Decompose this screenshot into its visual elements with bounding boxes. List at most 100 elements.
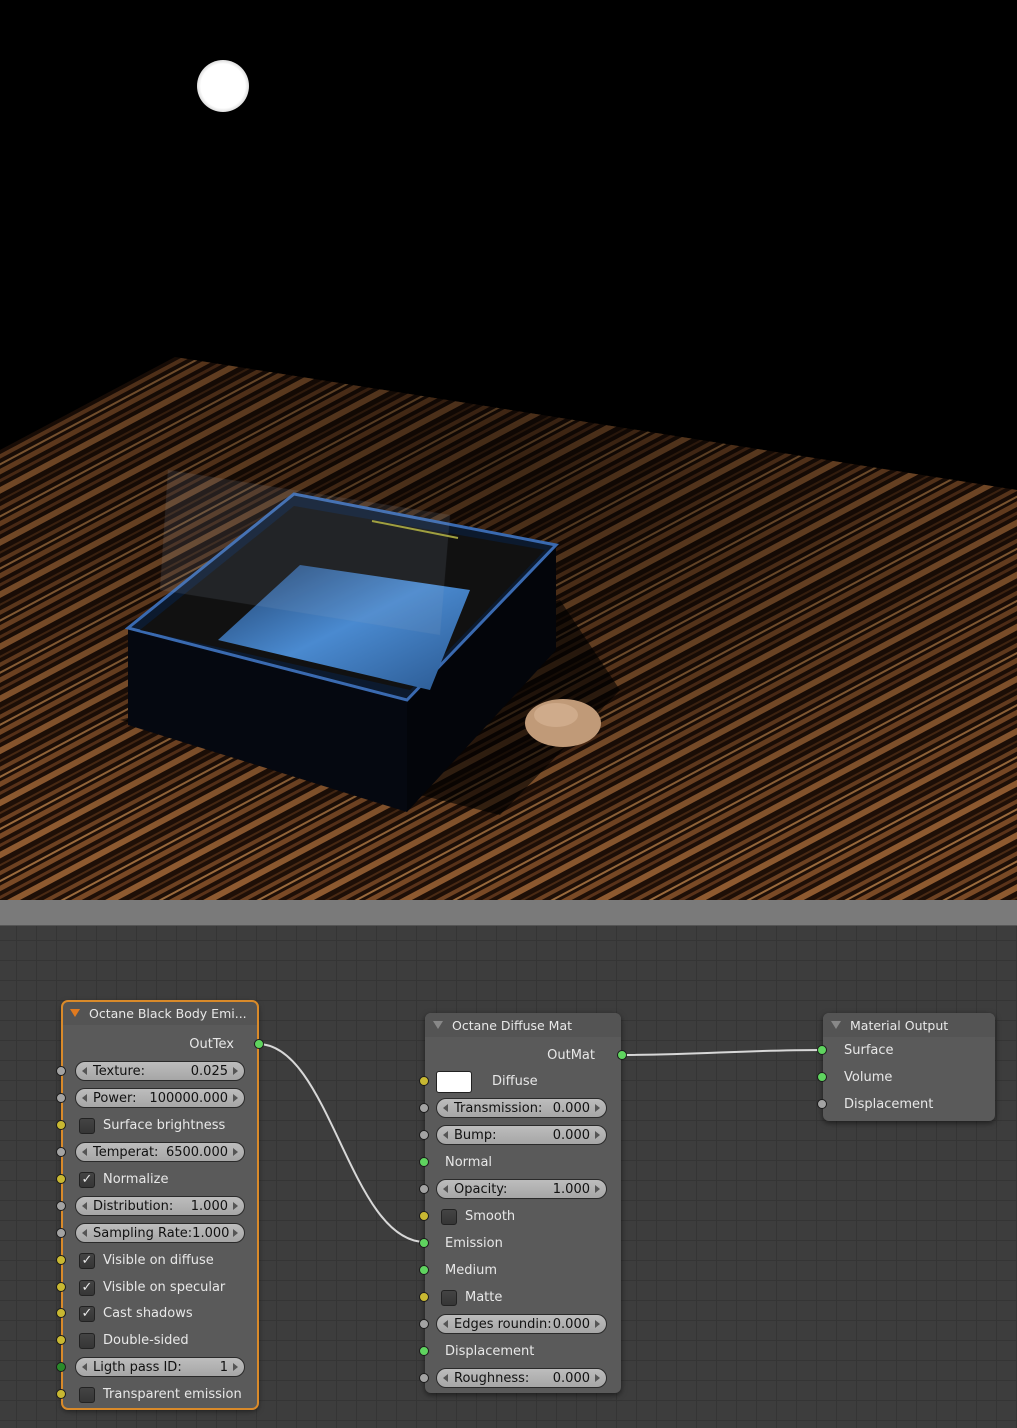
field-label: Transmission: [454,1100,543,1116]
node-header[interactable]: Octane Black Body Emi... [62,1001,258,1025]
input-socket-icon[interactable] [419,1157,429,1167]
power-field[interactable]: Power: 100000.000 [75,1088,245,1108]
input-socket-icon[interactable] [56,1066,66,1076]
checkbox-label: Smooth [465,1209,516,1224]
roughness-field[interactable]: Roughness: 0.000 [436,1368,607,1388]
input-socket-icon[interactable] [419,1184,429,1194]
input-socket-icon[interactable] [56,1174,66,1184]
checkbox-label: Transparent emission [103,1387,242,1402]
input-socket-icon[interactable] [56,1362,66,1372]
decrement-arrow-icon[interactable] [443,1185,448,1193]
visible-specular-checkbox[interactable]: ✓ [79,1279,95,1296]
collapse-arrow-icon[interactable] [831,1021,841,1029]
diffuse-color-swatch[interactable] [436,1070,472,1093]
texture-field[interactable]: Texture: 0.025 [75,1061,245,1081]
diffuse-node[interactable]: Octane Diffuse Mat OutMat Diffuse Transm… [419,1013,627,1393]
increment-arrow-icon[interactable] [233,1067,238,1075]
input-socket-icon[interactable] [56,1255,66,1265]
field-label: Power: [93,1090,137,1106]
field-value: 1.000 [552,1181,590,1197]
output-socket-icon[interactable] [254,1039,264,1049]
decrement-arrow-icon[interactable] [82,1067,87,1075]
input-socket-icon[interactable] [817,1072,827,1082]
input-socket-icon[interactable] [419,1211,429,1221]
field-value: 100000.000 [149,1090,228,1106]
node-title: Octane Black Body Emi... [89,1005,247,1021]
input-socket-icon[interactable] [56,1389,66,1399]
input-socket-icon[interactable] [419,1373,429,1383]
node-editor[interactable]: Octane Black Body Emi... OutTex Texture:… [0,926,1017,1428]
input-socket-icon[interactable] [56,1308,66,1318]
opacity-field[interactable]: Opacity: 1.000 [436,1179,607,1199]
input-socket-icon[interactable] [419,1346,429,1356]
decrement-arrow-icon[interactable] [82,1229,87,1237]
light-pass-id-field[interactable]: Ligth pass ID: 1 [75,1357,245,1377]
increment-arrow-icon[interactable] [233,1148,238,1156]
decrement-arrow-icon[interactable] [82,1094,87,1102]
input-socket-icon[interactable] [419,1238,429,1248]
surface-brightness-checkbox[interactable] [79,1117,95,1134]
output-socket-icon[interactable] [617,1050,627,1060]
area-divider[interactable] [0,900,1017,926]
input-socket-icon[interactable] [419,1292,429,1302]
cast-shadows-checkbox[interactable]: ✓ [79,1305,95,1322]
checkbox-label: Normalize [103,1172,169,1187]
visible-diffuse-checkbox[interactable]: ✓ [79,1252,95,1269]
double-sided-checkbox[interactable] [79,1332,95,1349]
checkbox-label: Cast shadows [103,1306,193,1321]
increment-arrow-icon[interactable] [595,1374,600,1382]
decrement-arrow-icon[interactable] [443,1374,448,1382]
blackbody-node[interactable]: Octane Black Body Emi... OutTex Texture:… [56,1000,264,1410]
temperature-field[interactable]: Temperat: 6500.000 [75,1142,245,1162]
sampling-rate-field[interactable]: Sampling Rate: 1.000 [75,1223,245,1243]
smooth-checkbox[interactable] [441,1208,457,1225]
increment-arrow-icon[interactable] [233,1202,238,1210]
input-socket-icon[interactable] [817,1099,827,1109]
transparent-emission-checkbox[interactable] [79,1386,95,1403]
decrement-arrow-icon[interactable] [443,1104,448,1112]
smooth-row: Smooth [419,1203,621,1230]
decrement-arrow-icon[interactable] [82,1148,87,1156]
collapse-arrow-icon[interactable] [433,1021,443,1029]
decrement-arrow-icon[interactable] [82,1202,87,1210]
opacity-row: Opacity: 1.000 [419,1176,621,1203]
checkbox-label: Visible on diffuse [103,1253,214,1268]
input-socket-icon[interactable] [419,1076,429,1086]
input-socket-icon[interactable] [56,1093,66,1103]
input-socket-icon[interactable] [56,1201,66,1211]
transmission-field[interactable]: Transmission: 0.000 [436,1098,607,1118]
increment-arrow-icon[interactable] [595,1104,600,1112]
link-outmat-surface [620,1049,824,1056]
node-header[interactable]: Material Output [823,1013,995,1037]
normalize-checkbox[interactable]: ✓ [79,1171,95,1188]
increment-arrow-icon[interactable] [595,1320,600,1328]
increment-arrow-icon[interactable] [595,1131,600,1139]
input-socket-icon[interactable] [56,1335,66,1345]
increment-arrow-icon[interactable] [233,1094,238,1102]
material-output-node[interactable]: Material Output Surface Volume Displacem… [817,1013,995,1121]
input-socket-icon[interactable] [419,1265,429,1275]
decrement-arrow-icon[interactable] [443,1131,448,1139]
input-socket-icon[interactable] [56,1228,66,1238]
input-socket-icon[interactable] [419,1103,429,1113]
input-socket-icon[interactable] [56,1120,66,1130]
collapse-arrow-icon[interactable] [70,1009,80,1017]
input-socket-icon[interactable] [419,1130,429,1140]
link-outtex-emission [257,1043,426,1243]
increment-arrow-icon[interactable] [233,1363,238,1371]
input-socket-icon[interactable] [56,1282,66,1292]
distribution-field[interactable]: Distribution: 1.000 [75,1196,245,1216]
input-socket-icon[interactable] [817,1045,827,1055]
bump-field[interactable]: Bump: 0.000 [436,1125,607,1145]
decrement-arrow-icon[interactable] [443,1320,448,1328]
field-label: Edges roundin: [454,1316,552,1332]
decrement-arrow-icon[interactable] [82,1363,87,1371]
increment-arrow-icon[interactable] [233,1229,238,1237]
input-socket-icon[interactable] [56,1147,66,1157]
increment-arrow-icon[interactable] [595,1185,600,1193]
node-header[interactable]: Octane Diffuse Mat [425,1013,621,1037]
edges-rounding-field[interactable]: Edges roundin: 0.000 [436,1314,607,1334]
input-socket-icon[interactable] [419,1319,429,1329]
matte-checkbox[interactable] [441,1289,457,1306]
displacement-label: Displacement [844,1097,934,1112]
